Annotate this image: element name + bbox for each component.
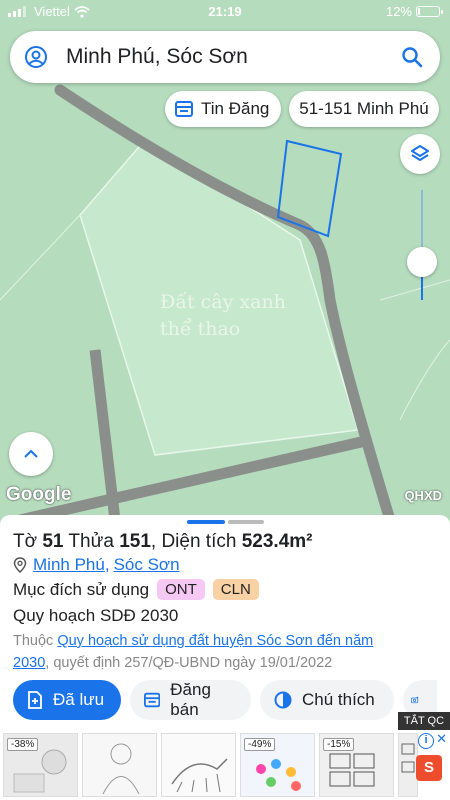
- search-bar[interactable]: Minh Phú, Sóc Sơn: [10, 31, 440, 83]
- tin-dang-chip[interactable]: Tin Đăng: [165, 91, 281, 127]
- chevron-up-icon: [24, 449, 38, 458]
- ad-product-tile[interactable]: -49%: [240, 733, 315, 797]
- post-for-sale-label: Đăng bán: [170, 680, 211, 719]
- ad-product-tile[interactable]: [82, 733, 157, 797]
- district-link[interactable]: Sóc Sơn: [114, 555, 180, 575]
- ad-product-tile[interactable]: [161, 733, 236, 797]
- plan-label: Quy hoạch SDĐ 2030: [13, 606, 179, 625]
- discount-badge: -38%: [7, 738, 39, 751]
- product-image: [162, 734, 235, 796]
- location-pin-icon: [13, 557, 27, 573]
- plan-link-year[interactable]: 2030: [13, 655, 45, 671]
- saved-file-icon: [28, 691, 42, 709]
- listing-icon: [175, 101, 193, 117]
- legend-label: Chú thích: [302, 690, 375, 709]
- legend-button[interactable]: Chú thích: [260, 680, 394, 720]
- location-line: Minh Phú , Sóc Sơn: [13, 555, 180, 575]
- parcel-area: 523.4m²: [241, 531, 313, 552]
- zone-label-line1: Đất cây xanh: [160, 291, 286, 313]
- ad-banner[interactable]: -38% -49% -15%: [0, 730, 450, 800]
- layer-code-label: QHXD: [404, 488, 442, 503]
- land-use-badge-ont[interactable]: ONT: [157, 579, 205, 600]
- post-for-sale-button[interactable]: Đăng bán: [130, 680, 251, 720]
- opacity-slider-thumb[interactable]: [407, 247, 437, 277]
- address-chip-label: 51-151 Minh Phú: [299, 99, 429, 118]
- sheet-handle-inactive[interactable]: [228, 520, 264, 524]
- sheet-handle-active[interactable]: [187, 520, 225, 524]
- discount-badge: -49%: [244, 738, 276, 751]
- saved-button-label: Đã lưu: [53, 690, 105, 709]
- hide-ads-button[interactable]: TẮT QC: [398, 712, 450, 730]
- google-logo: Google: [6, 484, 72, 505]
- layers-button[interactable]: [400, 134, 440, 174]
- land-use-line: Mục đích sử dụng ONT CLN: [13, 579, 259, 600]
- commune-link[interactable]: Minh Phú: [33, 555, 105, 575]
- layers-icon: [411, 145, 429, 161]
- action-buttons: Đã lưu Đăng bán Chú thích: [13, 680, 437, 720]
- search-icon[interactable]: [400, 45, 424, 69]
- tin-dang-label: Tin Đăng: [201, 99, 270, 118]
- land-use-badge-cln[interactable]: CLN: [212, 579, 259, 600]
- status-bar: Viettel 21:19 12%: [0, 0, 450, 24]
- saved-button[interactable]: Đã lưu: [13, 680, 121, 720]
- sheet-number: 51: [42, 531, 64, 552]
- battery-percent: 12%: [385, 4, 412, 19]
- ad-info-icon[interactable]: i: [418, 733, 434, 749]
- ad-product-tile[interactable]: -38%: [3, 733, 78, 797]
- land-use-label: Mục đích sử dụng: [13, 579, 150, 599]
- clock: 21:19: [208, 4, 242, 19]
- plan-link[interactable]: Quy hoạch sử dụng đất huyện Sóc Sơn đến …: [57, 633, 373, 649]
- expand-up-button[interactable]: [9, 432, 53, 476]
- parcel-info-sheet[interactable]: Tờ 51 Thửa 151, Diện tích 523.4m² Minh P…: [0, 515, 450, 730]
- ad-product-tile[interactable]: -15%: [319, 733, 394, 797]
- shopee-icon[interactable]: S: [416, 755, 442, 781]
- contrast-icon: [274, 691, 292, 709]
- battery-icon: [416, 6, 443, 17]
- ad-close-icon[interactable]: ✕: [436, 731, 447, 747]
- product-image: [83, 734, 156, 796]
- ad-product-tile[interactable]: [398, 733, 418, 797]
- address-chip[interactable]: 51-151 Minh Phú: [289, 91, 439, 127]
- discount-badge: -15%: [323, 738, 355, 751]
- add-photo-icon: [411, 696, 419, 704]
- account-icon[interactable]: [24, 45, 48, 69]
- listing-icon: [144, 692, 161, 708]
- plan-note: Thuộc Quy hoạch sử dụng đất huyện Sóc Sơ…: [13, 633, 374, 671]
- zone-label-line2: thể thao: [160, 318, 240, 340]
- parcel-number: 151: [119, 531, 151, 552]
- search-input[interactable]: Minh Phú, Sóc Sơn: [66, 45, 400, 69]
- parcel-title: Tờ 51 Thửa 151, Diện tích 523.4m²: [13, 531, 313, 552]
